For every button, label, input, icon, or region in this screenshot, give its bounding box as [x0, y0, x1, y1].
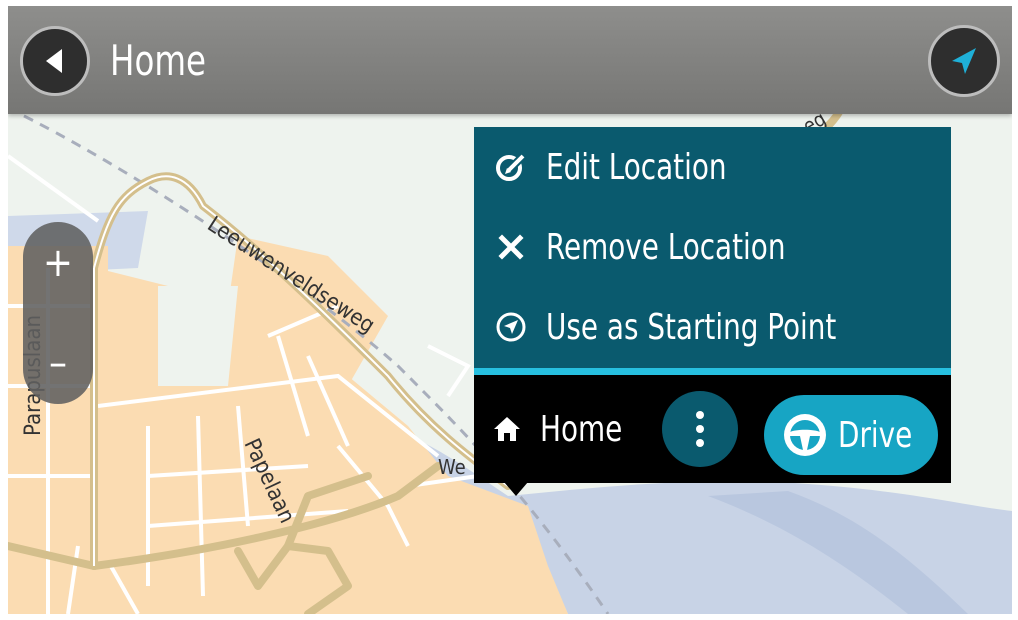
drive-label: Drive [838, 414, 913, 456]
menu-item-label: Edit Location [546, 146, 727, 188]
close-icon [476, 233, 546, 261]
page-title: Home [110, 36, 206, 85]
menu-item-remove-location[interactable]: Remove Location [474, 207, 951, 287]
navigation-arrow-icon [952, 48, 976, 74]
map-park [158, 286, 238, 386]
menu-item-edit-location[interactable]: Edit Location [474, 127, 951, 207]
popup-pointer [504, 482, 528, 496]
zoom-control: + – [23, 222, 93, 404]
menu-item-use-as-starting-point[interactable]: Use as Starting Point [474, 287, 951, 367]
edit-location-icon [476, 150, 546, 184]
top-bar: Home [8, 6, 1012, 114]
menu-item-label: Use as Starting Point [546, 306, 837, 348]
location-action-bar: Home Drive [474, 375, 951, 483]
drive-button[interactable]: Drive [764, 395, 938, 475]
location-name: Home [492, 403, 636, 455]
starting-point-icon [476, 310, 546, 344]
zoom-in-button[interactable]: + [23, 228, 93, 298]
current-location-button[interactable] [928, 25, 1000, 97]
chevron-left-icon [46, 49, 62, 73]
menu-divider [474, 368, 951, 375]
steering-wheel-icon [784, 414, 826, 456]
street-label: We [438, 455, 466, 479]
home-icon [494, 417, 520, 441]
location-popup-menu: Edit Location Remove Location Use as Sta… [474, 127, 951, 375]
zoom-out-button[interactable]: – [23, 328, 93, 398]
location-name-label: Home [540, 408, 623, 450]
app-screen: Leeuwenveldseweg Papelaan Parapuslaan We… [8, 6, 1012, 614]
vertical-dots-icon [696, 411, 704, 447]
menu-item-label: Remove Location [546, 226, 786, 268]
more-options-button[interactable] [662, 391, 738, 467]
back-button[interactable] [20, 26, 90, 96]
